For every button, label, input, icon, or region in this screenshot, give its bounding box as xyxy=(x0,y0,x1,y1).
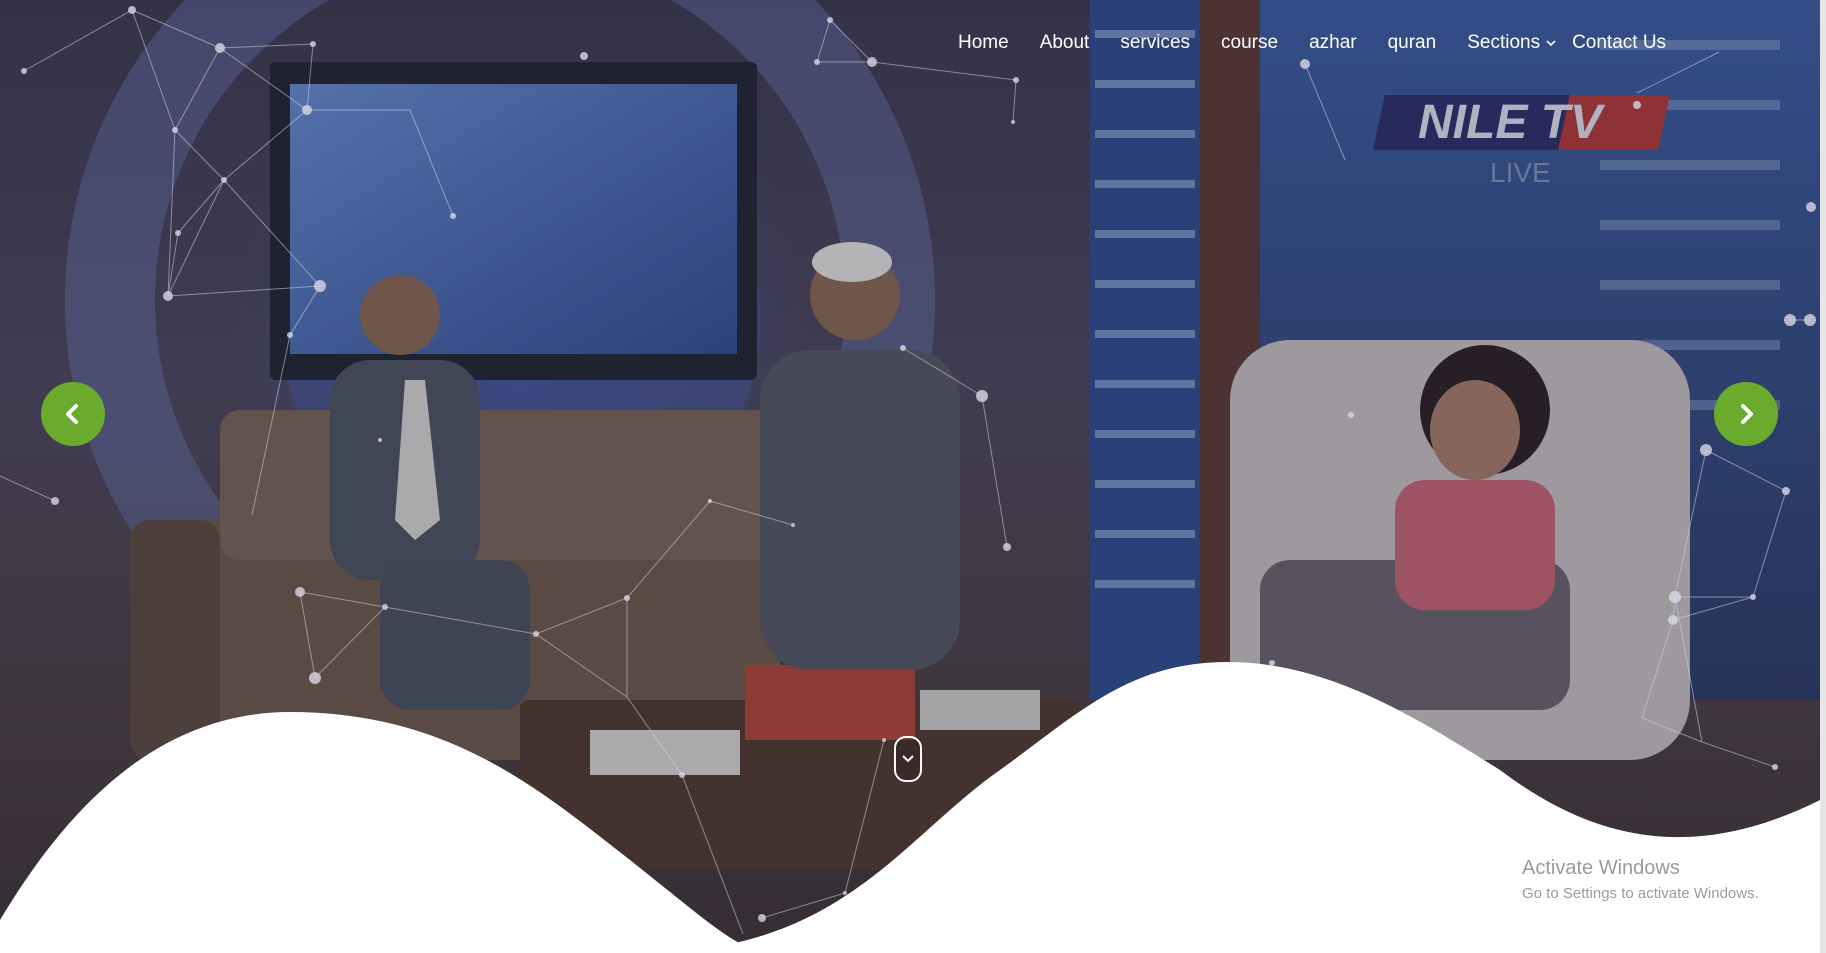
nav-sections-label: Sections xyxy=(1467,32,1541,53)
main-nav: Home About services course azhar quran S… xyxy=(958,30,1666,56)
nav-course[interactable]: course xyxy=(1221,32,1278,54)
nav-home[interactable]: Home xyxy=(958,32,1009,54)
hero-dark-overlay xyxy=(0,0,1826,953)
slider-next-button[interactable] xyxy=(1714,382,1778,446)
watermark-title: Activate Windows xyxy=(1522,857,1680,879)
slider-prev-button[interactable] xyxy=(41,382,105,446)
watermark-subtitle: Go to Settings to activate Windows. xyxy=(1522,885,1759,902)
chevron-right-icon xyxy=(1741,404,1753,424)
hero-slider: NILE TV LIVE Home About services course … xyxy=(0,0,1826,953)
windows-activation-watermark: Activate Windows Go to Settings to activ… xyxy=(1522,857,1759,902)
scroll-down-button[interactable] xyxy=(894,736,922,782)
nav-sections-dropdown[interactable]: Sections xyxy=(1467,32,1557,54)
nav-about[interactable]: About xyxy=(1040,32,1090,54)
nav-services[interactable]: services xyxy=(1120,32,1190,54)
chevron-down-icon xyxy=(1546,40,1556,47)
nav-azhar[interactable]: azhar xyxy=(1309,32,1357,54)
chevron-down-icon xyxy=(902,755,914,763)
nav-quran[interactable]: quran xyxy=(1388,32,1437,54)
page-scrollbar[interactable] xyxy=(1820,0,1826,953)
nav-contact-us[interactable]: Contact Us xyxy=(1572,32,1666,54)
chevron-left-icon xyxy=(66,404,78,424)
